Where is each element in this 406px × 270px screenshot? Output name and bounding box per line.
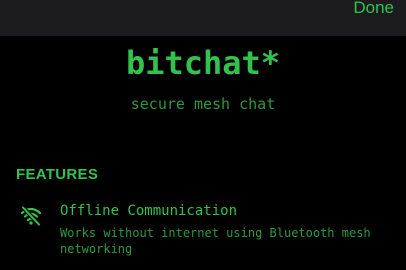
- feature-item-offline-communication: Offline Communication Works without inte…: [16, 200, 396, 270]
- features-section-header: FEATURES: [16, 166, 99, 183]
- app-title: bitchat*: [125, 44, 281, 82]
- feature-description: Works without internet using Bluetooth m…: [60, 226, 371, 256]
- feature-title: Offline Communication: [60, 203, 238, 219]
- app-subtitle: secure mesh chat: [130, 95, 276, 113]
- top-bar: Done: [0, 0, 406, 36]
- app-info-screen: Done bitchat* secure mesh chat FEATURES …: [0, 0, 406, 270]
- wifi-slash-icon: [20, 205, 42, 227]
- done-button[interactable]: Done: [353, 0, 394, 18]
